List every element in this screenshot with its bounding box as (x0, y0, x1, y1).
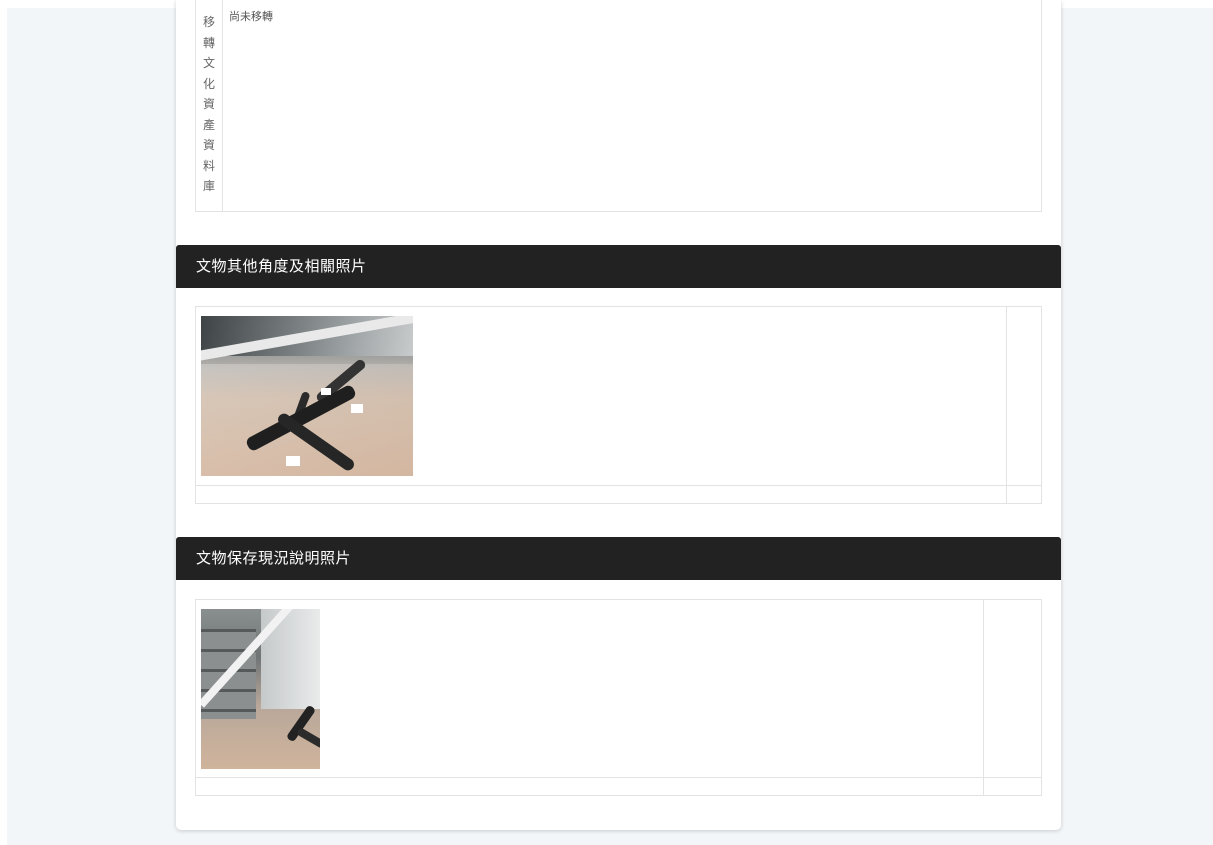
preservation-photo-table (195, 599, 1042, 796)
photo-caption-row (196, 777, 1041, 796)
photo-side-cell (1007, 307, 1041, 485)
artifact-photo-condition[interactable] (201, 609, 320, 769)
label-char: 資 (202, 138, 215, 152)
label-char: 料 (202, 158, 215, 173)
artifact-photo-angle[interactable] (201, 316, 413, 476)
transfer-info-table: 移 轉 文 化 資 產 資 料 庫 尚未移轉 (195, 0, 1042, 212)
label-char: 資 (202, 97, 215, 111)
photo-side-cell (984, 600, 1041, 777)
transfer-status-value: 尚未移轉 (229, 10, 273, 23)
label-char: 化 (202, 76, 215, 91)
photo-cell (196, 307, 1007, 485)
label-char: 文 (202, 56, 215, 70)
label-char: 庫 (202, 179, 215, 193)
section-title: 文物保存現況說明照片 (196, 549, 352, 567)
other-angles-photo-table (195, 306, 1042, 504)
photo-cell (196, 600, 984, 777)
photo-caption-row (196, 485, 1041, 504)
section-title: 文物其他角度及相關照片 (196, 257, 367, 275)
section-header-preservation: 文物保存現況說明照片 (176, 537, 1061, 580)
section-header-other-angles: 文物其他角度及相關照片 (176, 245, 1061, 288)
label-char: 轉 (202, 35, 215, 50)
label-char: 產 (202, 117, 215, 132)
content-card: 移 轉 文 化 資 產 資 料 庫 尚未移轉 文物其他角度及相關照片 文物保存現… (176, 0, 1061, 830)
label-char: 移 (202, 15, 215, 29)
transfer-label: 移 轉 文 化 資 產 資 料 庫 (196, 0, 223, 211)
